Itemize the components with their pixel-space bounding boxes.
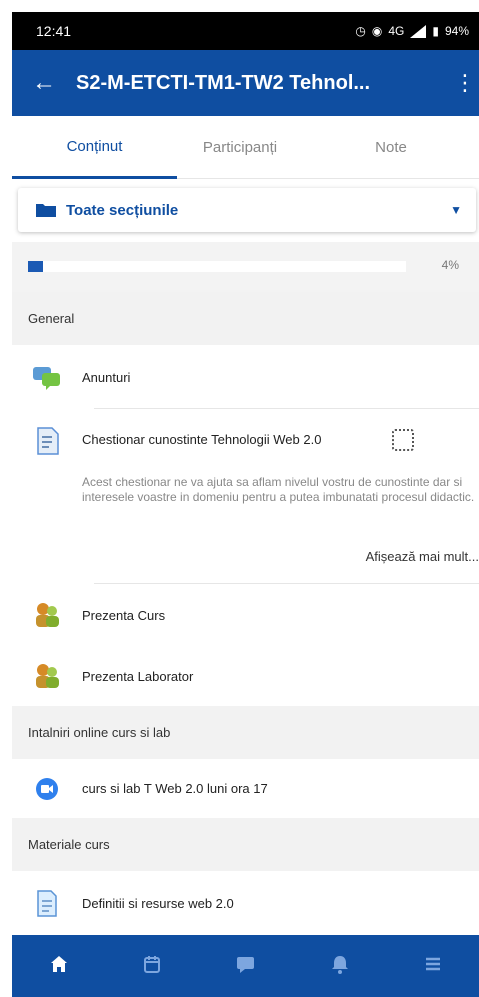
signal-icon bbox=[410, 24, 427, 38]
progress-label: 4% bbox=[441, 258, 459, 272]
bottom-navigation bbox=[12, 935, 479, 997]
section-online-meetings: Intalniri online curs si lab bbox=[12, 706, 479, 759]
progress-track bbox=[28, 261, 406, 272]
questionnaire-title: Chestionar cunostinte Tehnologii Web 2.0 bbox=[82, 432, 322, 447]
progress-fill bbox=[28, 261, 44, 272]
selected-section: Toate secțiunile bbox=[66, 201, 179, 219]
list-item-online-meeting[interactable]: curs si lab T Web 2.0 luni ora 17 bbox=[12, 759, 479, 818]
tab-content-label: Conținut bbox=[66, 137, 123, 155]
network-type: 4G bbox=[388, 24, 405, 38]
forum-icon bbox=[12, 365, 82, 390]
list-item-web-resources[interactable]: Definitii si resurse web 2.0 bbox=[12, 871, 479, 935]
status-time: 12:41 bbox=[36, 23, 72, 39]
dropdown-arrow-icon: ▼ bbox=[450, 203, 462, 217]
battery-percentage: 94% bbox=[444, 24, 469, 38]
course-title: S2-M-ETCTI-TM1-TW2 Tehnol... bbox=[76, 71, 371, 94]
back-button[interactable]: ← bbox=[12, 69, 76, 97]
show-more-link[interactable]: Afișează mai mult... bbox=[366, 549, 479, 564]
attendance-course-label: Prezenta Curs bbox=[82, 607, 166, 623]
alarm-icon: ◷ bbox=[355, 24, 366, 38]
questionnaire-description: Acest chestionar ne va ajuta sa aflam ni… bbox=[82, 475, 475, 504]
section-filter-dropdown[interactable]: Toate secțiunile ▼ bbox=[18, 188, 476, 232]
bell-icon[interactable] bbox=[329, 953, 351, 980]
completion-checkbox[interactable] bbox=[392, 429, 414, 451]
battery-icon: ▮ bbox=[432, 24, 439, 38]
tab-content[interactable]: Conținut bbox=[12, 116, 177, 179]
attendance-icon bbox=[12, 663, 82, 690]
section-course-materials: Materiale curs bbox=[12, 818, 479, 871]
more-options-button[interactable]: ⋮ bbox=[451, 70, 479, 96]
questionnaire-icon bbox=[36, 427, 60, 458]
tab-grades-label: Note bbox=[375, 139, 407, 156]
mobile-screen: 12:41 ◷ ◉ 4G ▮ 94% ← S2-M-ETCTI-TM1-TW2 … bbox=[0, 0, 479, 997]
kebab-menu-icon: ⋮ bbox=[454, 70, 476, 95]
list-item-questionnaire[interactable]: Chestionar cunostinte Tehnologii Web 2.0… bbox=[12, 409, 479, 584]
tab-participants[interactable]: Participanți bbox=[177, 116, 303, 179]
tab-participants-label: Participanți bbox=[202, 139, 278, 156]
attendance-icon bbox=[12, 602, 82, 629]
page-icon bbox=[12, 889, 82, 917]
list-item-attendance-lab[interactable]: Prezenta Laborator bbox=[12, 646, 479, 706]
status-bar: 12:41 ◷ ◉ 4G ▮ 94% bbox=[12, 12, 479, 50]
course-header: ← S2-M-ETCTI-TM1-TW2 Tehnol... ⋮ bbox=[12, 50, 479, 116]
hamburger-icon[interactable] bbox=[422, 953, 444, 980]
home-icon[interactable] bbox=[48, 953, 70, 980]
calendar-icon[interactable] bbox=[141, 953, 163, 980]
announcements-label: Anunturi bbox=[82, 369, 131, 385]
data-icon: ◉ bbox=[371, 24, 383, 38]
course-tabs: Conținut Participanți Note bbox=[12, 116, 479, 179]
status-indicators: ◷ ◉ 4G ▮ 94% bbox=[355, 24, 469, 38]
list-item-attendance-course[interactable]: Prezenta Curs bbox=[12, 584, 479, 646]
list-item-announcements[interactable]: Anunturi bbox=[12, 345, 479, 409]
web-resources-label: Definitii si resurse web 2.0 bbox=[82, 895, 234, 911]
folder-icon bbox=[36, 204, 56, 217]
arrow-left-icon: ← bbox=[32, 69, 56, 96]
meeting-label: curs si lab T Web 2.0 luni ora 17 bbox=[82, 781, 268, 796]
section-general: General bbox=[12, 292, 479, 345]
tab-grades[interactable]: Note bbox=[303, 116, 479, 179]
attendance-lab-label: Prezenta Laborator bbox=[82, 668, 194, 684]
course-progress: 4% bbox=[12, 242, 479, 292]
video-meeting-icon bbox=[12, 777, 82, 801]
messages-icon[interactable] bbox=[234, 953, 258, 980]
